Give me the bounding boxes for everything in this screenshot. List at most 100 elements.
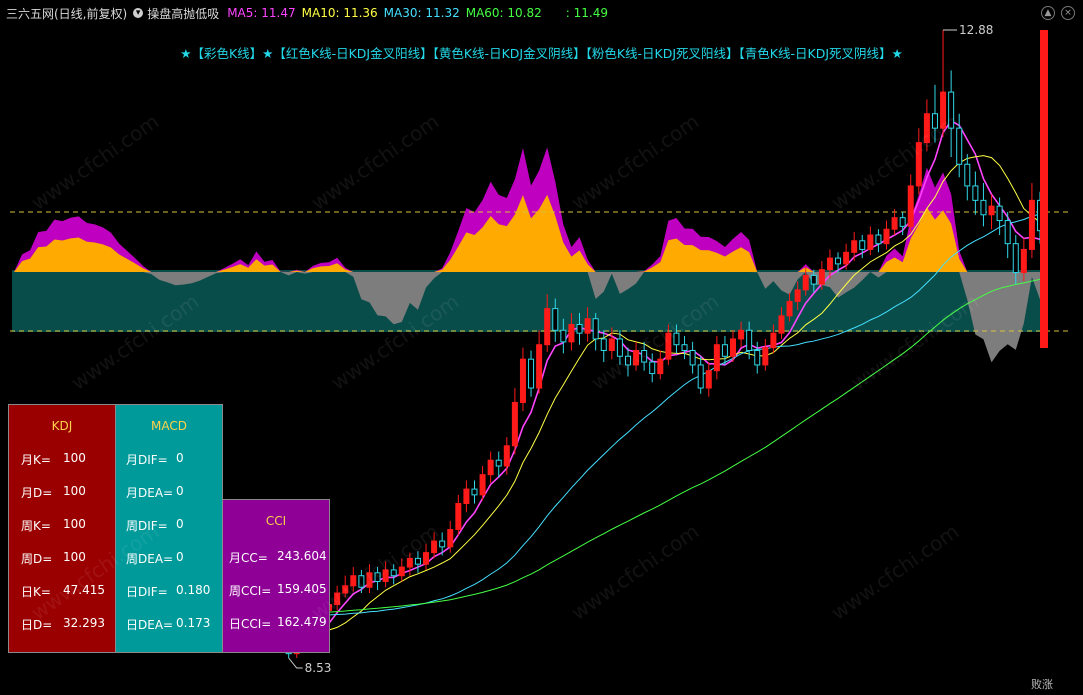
candle-body	[721, 344, 728, 357]
candle-body	[1020, 248, 1027, 274]
candle-body	[705, 370, 712, 389]
ma10-readout: MA10: 11.36	[301, 6, 378, 20]
candle-body	[342, 585, 349, 594]
low-marker-line	[288, 657, 303, 669]
corner-label: 败涨	[1031, 678, 1053, 691]
candle-body	[528, 358, 535, 389]
candle-body	[657, 358, 664, 375]
candle-body	[754, 349, 761, 366]
macd-row-value: 0	[176, 517, 184, 531]
close-icon[interactable]: ×	[1061, 6, 1075, 20]
cci-row-value: 243.604	[277, 549, 327, 563]
candle-body	[358, 575, 365, 588]
candle-body	[568, 324, 575, 343]
candle-body	[592, 318, 599, 340]
kdj-row-value: 100	[63, 550, 86, 564]
cci-panel-title: CCI	[265, 514, 287, 528]
candle-body	[439, 540, 446, 548]
candle-body	[746, 329, 753, 351]
last-price-readout: : 11.49	[565, 6, 608, 20]
candle-body	[455, 503, 462, 531]
kdj-row-value: 100	[63, 517, 86, 531]
kdj-row-value: 32.293	[63, 616, 105, 630]
chart-window: 12.88 8.53 三六五网(日线,前复权) ▾ 操盘高抛低吸 MA5: 11.…	[0, 0, 1083, 695]
kdj-row-label: 日D=	[21, 618, 53, 632]
candle-body	[843, 251, 850, 265]
kdj-row-label: 日K=	[21, 585, 51, 599]
candle-body	[835, 257, 842, 265]
candle-body	[398, 566, 405, 577]
candle-body	[851, 240, 858, 253]
stock-title: 三六五网(日线,前复权)	[6, 6, 128, 21]
macd-row-label: 日DIF=	[126, 585, 168, 599]
candle-body	[463, 488, 470, 505]
chart-header: 三六五网(日线,前复权) ▾ 操盘高抛低吸 MA5: 11.47 MA10: 1…	[0, 0, 1083, 26]
ma30-readout: MA30: 11.32	[383, 6, 460, 20]
candle-body	[689, 349, 696, 366]
candle-body	[972, 185, 979, 201]
up-arrow-icon[interactable]: ▲	[1041, 6, 1055, 20]
macd-row-label: 月DIF=	[126, 453, 168, 467]
right-signal-bar	[1040, 30, 1048, 348]
candle-body	[633, 349, 640, 366]
candle-body	[576, 324, 583, 334]
macd-panel: MACD 月DIF= 0 月DEA= 0 周DIF= 0 周DEA= 0 日DIF= 0.180 日…	[115, 404, 223, 653]
candle-body	[730, 338, 737, 357]
candle-body	[810, 274, 817, 285]
candle-body	[431, 540, 438, 554]
macd-row-value: 0	[176, 550, 184, 564]
cci-row-label: 日CCI=	[229, 617, 272, 631]
candle-body	[600, 338, 607, 351]
candle-body	[713, 344, 720, 372]
candle-body	[511, 401, 518, 447]
candle-body	[875, 234, 882, 245]
candle-body	[915, 142, 922, 187]
candle-body	[584, 318, 591, 334]
macd-row-value: 0	[176, 484, 184, 498]
macd-row-label: 月DEA=	[126, 486, 174, 500]
candle-body	[414, 557, 421, 565]
ma60-readout: MA60: 10.82	[465, 6, 542, 20]
indicator-settings-icon[interactable]: ▾	[133, 8, 144, 18]
kdj-row-label: 月K=	[21, 453, 51, 467]
kdj-row-label: 周D=	[21, 552, 53, 566]
candle-body	[980, 199, 987, 216]
kdj-panel-title: KDJ	[51, 419, 73, 433]
macd-row-label: 日DEA=	[126, 618, 174, 632]
candle-body	[624, 355, 631, 366]
candle-body	[931, 113, 938, 129]
candle-body	[665, 332, 672, 360]
candle-body	[794, 289, 801, 302]
macd-row-label: 周DEA=	[126, 552, 174, 566]
candle-body	[1004, 220, 1011, 245]
candle-body	[996, 205, 1003, 222]
cci-row-value: 162.479	[277, 615, 327, 629]
kdj-row-value: 100	[63, 484, 86, 498]
low-price-label: 8.53	[305, 661, 332, 675]
kdj-row-label: 周K=	[21, 519, 51, 533]
candle-body	[762, 347, 769, 366]
candle-body	[859, 240, 866, 250]
candle-body	[673, 332, 680, 346]
macd-row-value: 0.180	[176, 583, 211, 597]
candle-body	[487, 459, 494, 476]
candle-body	[1028, 199, 1035, 250]
candle-body	[641, 349, 648, 363]
macd-row-value: 0.173	[176, 616, 211, 630]
candle-body	[390, 569, 397, 577]
candle-body	[940, 91, 947, 129]
candle-body	[770, 332, 777, 349]
macd-row-label: 周DIF=	[126, 519, 168, 533]
candle-body	[923, 113, 930, 144]
candle-body	[826, 257, 833, 271]
kdj-row-value: 100	[63, 451, 86, 465]
candle-color-legend: ★【彩色K线】★【红色K线-日KDJ金叉阳线】【黄色K线-日KDJ金叉阴线】【粉…	[180, 46, 903, 61]
candle-body	[536, 344, 543, 389]
candle-body	[778, 315, 785, 334]
candle-body	[649, 361, 656, 375]
kdj-row-value: 47.415	[63, 583, 105, 597]
indicator-name[interactable]: 操盘高抛低吸	[147, 5, 219, 22]
candle-body	[948, 91, 955, 129]
cci-row-label: 月CC=	[229, 551, 268, 565]
candle-body	[350, 575, 357, 587]
